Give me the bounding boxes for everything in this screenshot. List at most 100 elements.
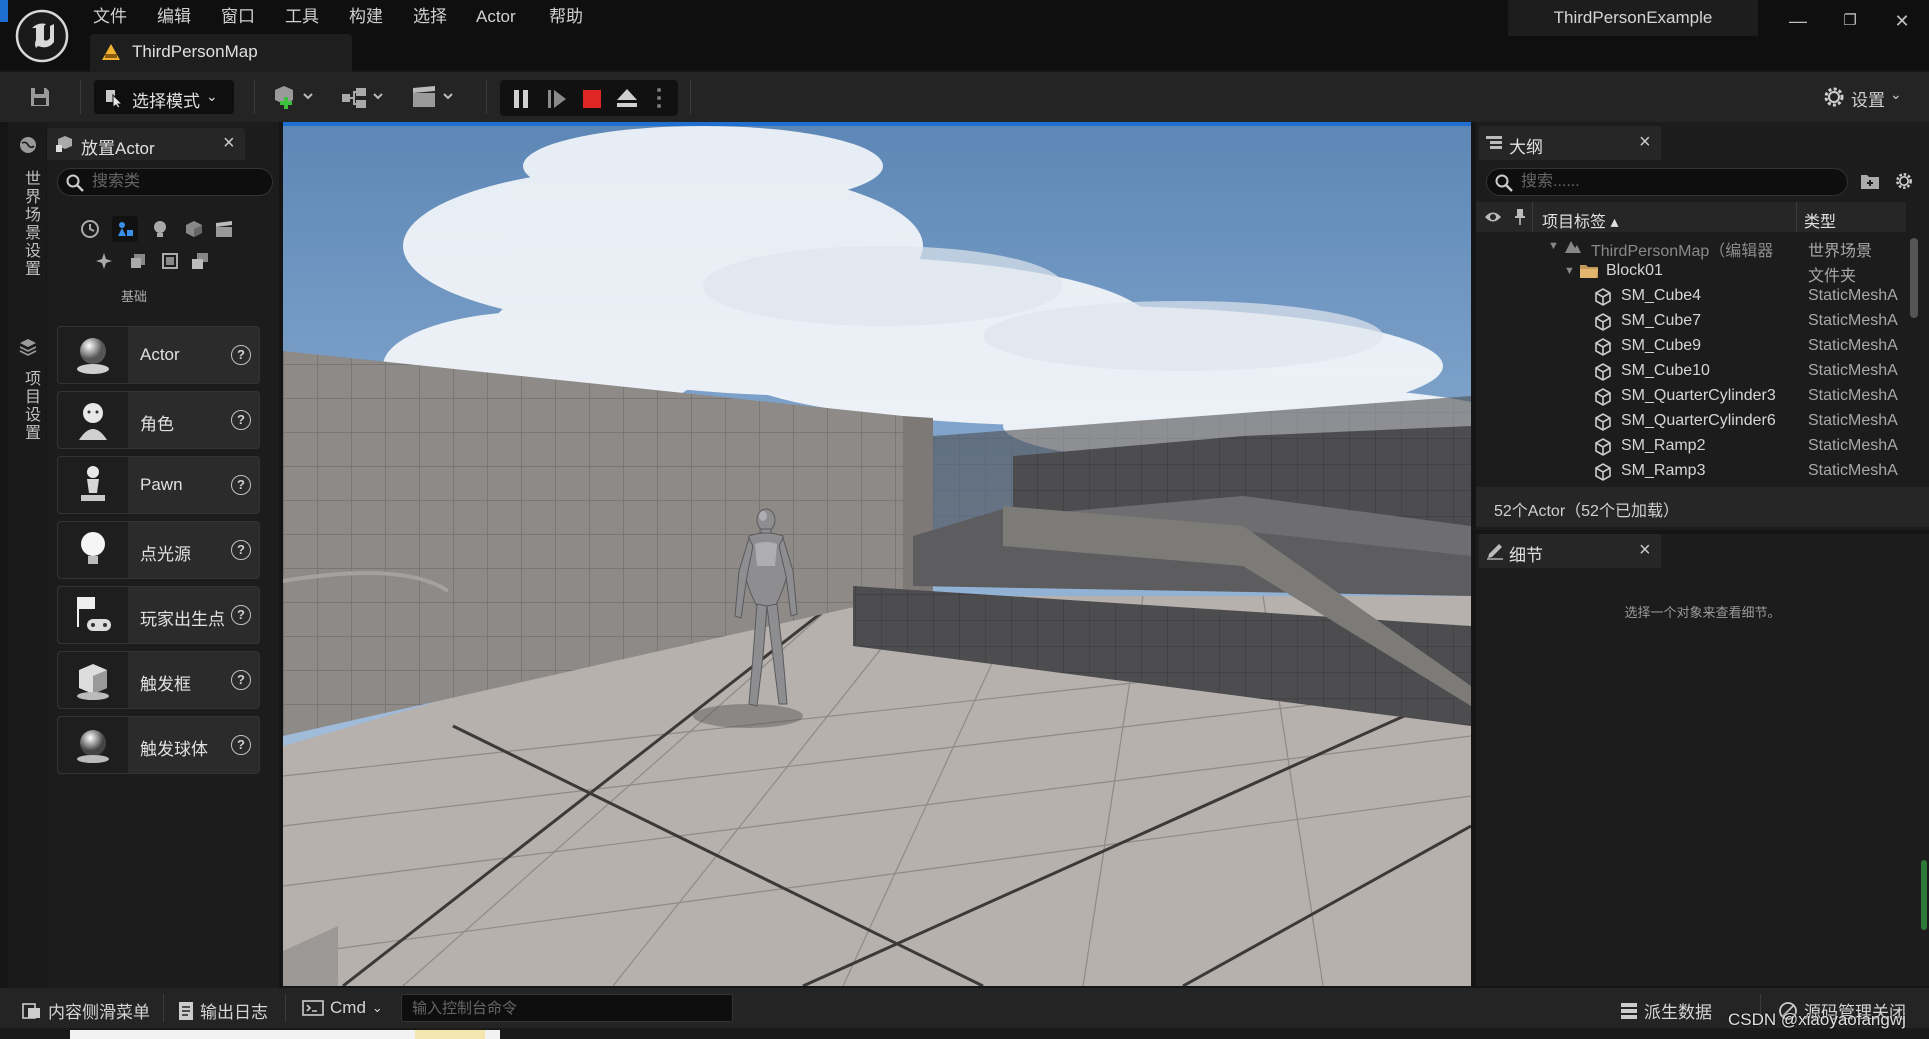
- content-drawer-button[interactable]: 内容侧滑菜单: [22, 998, 150, 1023]
- place-actor-item[interactable]: 玩家出生点 ?: [57, 586, 260, 644]
- place-actor-item[interactable]: 角色 ?: [57, 391, 260, 449]
- level-tab[interactable]: ThirdPersonMap: [90, 34, 352, 72]
- place-actor-item[interactable]: 触发球体 ?: [57, 716, 260, 774]
- outliner-search[interactable]: [1486, 168, 1848, 196]
- outliner-row-type: StaticMeshA: [1808, 312, 1898, 329]
- outliner-row[interactable]: SM_Cube4 StaticMeshA: [1476, 284, 1906, 309]
- gear-icon[interactable]: [1822, 85, 1846, 109]
- all-classes-category-icon[interactable]: [187, 248, 213, 274]
- column-type-header[interactable]: 类型: [1804, 208, 1836, 232]
- static-mesh-icon: [1594, 338, 1612, 356]
- place-actor-item[interactable]: Pawn ?: [57, 456, 260, 514]
- more-options-icon[interactable]: [656, 87, 662, 109]
- status-bar: 内容侧滑菜单 输出日志 Cmd ⌄ 派生数据 源码管理关闭: [0, 988, 1929, 1028]
- place-actors-tab[interactable]: 放置Actor ×: [47, 128, 245, 160]
- place-actor-item[interactable]: 触发框 ?: [57, 651, 260, 709]
- outliner-row-type: StaticMeshA: [1808, 412, 1898, 429]
- cinematic-category-icon[interactable]: [211, 216, 237, 242]
- pin-icon[interactable]: [1514, 208, 1526, 226]
- outliner-icon: [1486, 135, 1502, 151]
- console-command-field[interactable]: [401, 994, 733, 1022]
- outliner-row[interactable]: SM_Cube7 StaticMeshA: [1476, 309, 1906, 334]
- save-icon[interactable]: [28, 85, 52, 109]
- level-viewport[interactable]: [283, 126, 1471, 986]
- help-icon[interactable]: ?: [231, 410, 251, 430]
- unreal-logo-icon[interactable]: [14, 8, 70, 64]
- menu-build[interactable]: 构建: [349, 4, 383, 30]
- place-actor-item[interactable]: Actor ?: [57, 326, 260, 384]
- close-window-button[interactable]: ✕: [1882, 6, 1922, 36]
- actor-sphere-icon: [58, 327, 128, 383]
- outliner-row[interactable]: ▼ ThirdPersonMap（编辑器 世界场景: [1476, 234, 1906, 260]
- outliner-row-name: SM_Cube7: [1621, 312, 1702, 329]
- output-log-label: 输出日志: [200, 1003, 268, 1022]
- place-actors-search-input[interactable]: [92, 169, 268, 195]
- gear-icon[interactable]: [1894, 171, 1914, 191]
- column-divider: [1796, 202, 1797, 232]
- cmd-dropdown[interactable]: Cmd ⌄: [302, 998, 383, 1018]
- lights-category-icon[interactable]: [147, 216, 173, 242]
- outliner-row[interactable]: SM_Cube10 StaticMeshA: [1476, 359, 1906, 384]
- expand-arrow-icon[interactable]: ▼: [1548, 240, 1559, 252]
- expand-arrow-icon[interactable]: ▼: [1564, 265, 1575, 277]
- menu-tools[interactable]: 工具: [285, 4, 319, 30]
- settings-button[interactable]: 设置: [1851, 86, 1885, 111]
- pause-icon[interactable]: [512, 89, 530, 109]
- recent-category-icon[interactable]: [77, 216, 103, 242]
- geometry-category-icon[interactable]: [157, 248, 183, 274]
- outliner-tab[interactable]: 大纲 ×: [1479, 126, 1661, 160]
- step-frame-icon[interactable]: [547, 89, 567, 109]
- outliner-scrollbar[interactable]: [1910, 238, 1918, 318]
- basic-category-icon[interactable]: [112, 216, 138, 242]
- outliner-row[interactable]: SM_Cube9 StaticMeshA: [1476, 334, 1906, 359]
- outliner-panel: 大纲 × 项目标签 ▴ 类型 ▼ ThirdPersonMap（编辑器: [1476, 122, 1929, 530]
- outliner-row[interactable]: SM_Ramp2 StaticMeshA: [1476, 434, 1906, 459]
- select-mode-dropdown[interactable]: 选择模式 ⌄: [94, 80, 234, 114]
- outliner-row[interactable]: SM_QuarterCylinder6 StaticMeshA: [1476, 409, 1906, 434]
- visibility-eye-icon[interactable]: [1484, 210, 1502, 224]
- outliner-row-name: SM_QuarterCylinder3: [1621, 387, 1776, 404]
- close-icon[interactable]: ×: [223, 132, 235, 155]
- place-actor-item[interactable]: 点光源 ?: [57, 521, 260, 579]
- place-actors-search[interactable]: [57, 168, 273, 196]
- stop-icon[interactable]: [582, 89, 602, 109]
- help-icon[interactable]: ?: [231, 605, 251, 625]
- visual-effects-category-icon[interactable]: [91, 248, 117, 274]
- menu-actor[interactable]: Actor: [476, 4, 516, 30]
- volumes-category-icon[interactable]: [125, 248, 151, 274]
- menu-window[interactable]: 窗口: [221, 4, 255, 30]
- help-icon[interactable]: ?: [231, 735, 251, 755]
- menu-help[interactable]: 帮助: [549, 4, 583, 30]
- help-icon[interactable]: ?: [231, 345, 251, 365]
- menu-select[interactable]: 选择: [413, 4, 447, 30]
- blueprint-icon[interactable]: [340, 84, 388, 110]
- eject-icon[interactable]: [616, 88, 638, 108]
- restore-button[interactable]: ❐: [1830, 6, 1870, 36]
- details-scroll-indicator[interactable]: [1921, 860, 1927, 930]
- add-folder-icon[interactable]: [1860, 172, 1880, 190]
- outliner-row[interactable]: SM_Ramp3 StaticMeshA: [1476, 459, 1906, 484]
- derived-data-button[interactable]: 派生数据: [1620, 998, 1712, 1023]
- console-command-input[interactable]: [412, 995, 732, 1021]
- details-tab[interactable]: 细节 ×: [1479, 534, 1661, 568]
- add-actor-icon[interactable]: [272, 84, 316, 110]
- menu-edit[interactable]: 编辑: [157, 4, 191, 30]
- help-icon[interactable]: ?: [231, 475, 251, 495]
- outliner-search-input[interactable]: [1521, 169, 1841, 195]
- menu-file[interactable]: 文件: [93, 4, 127, 30]
- help-icon[interactable]: ?: [231, 670, 251, 690]
- project-settings-tab[interactable]: 项目设置: [18, 370, 42, 442]
- minimize-button[interactable]: —: [1778, 6, 1818, 36]
- help-icon[interactable]: ?: [231, 540, 251, 560]
- world-settings-tab[interactable]: 世界场景设置: [18, 170, 42, 278]
- outliner-row[interactable]: ▼ Block01 文件夹: [1476, 259, 1906, 285]
- output-log-button[interactable]: 输出日志: [178, 998, 268, 1023]
- outliner-row[interactable]: SM_QuarterCylinder3 StaticMeshA: [1476, 384, 1906, 409]
- derived-data-label: 派生数据: [1644, 1003, 1712, 1022]
- column-divider: [1532, 202, 1533, 232]
- cinematics-icon[interactable]: [410, 84, 458, 110]
- close-icon[interactable]: ×: [1639, 539, 1651, 562]
- shapes-category-icon[interactable]: [181, 216, 207, 242]
- column-label-header[interactable]: 项目标签 ▴: [1542, 208, 1618, 232]
- close-icon[interactable]: ×: [1639, 131, 1651, 154]
